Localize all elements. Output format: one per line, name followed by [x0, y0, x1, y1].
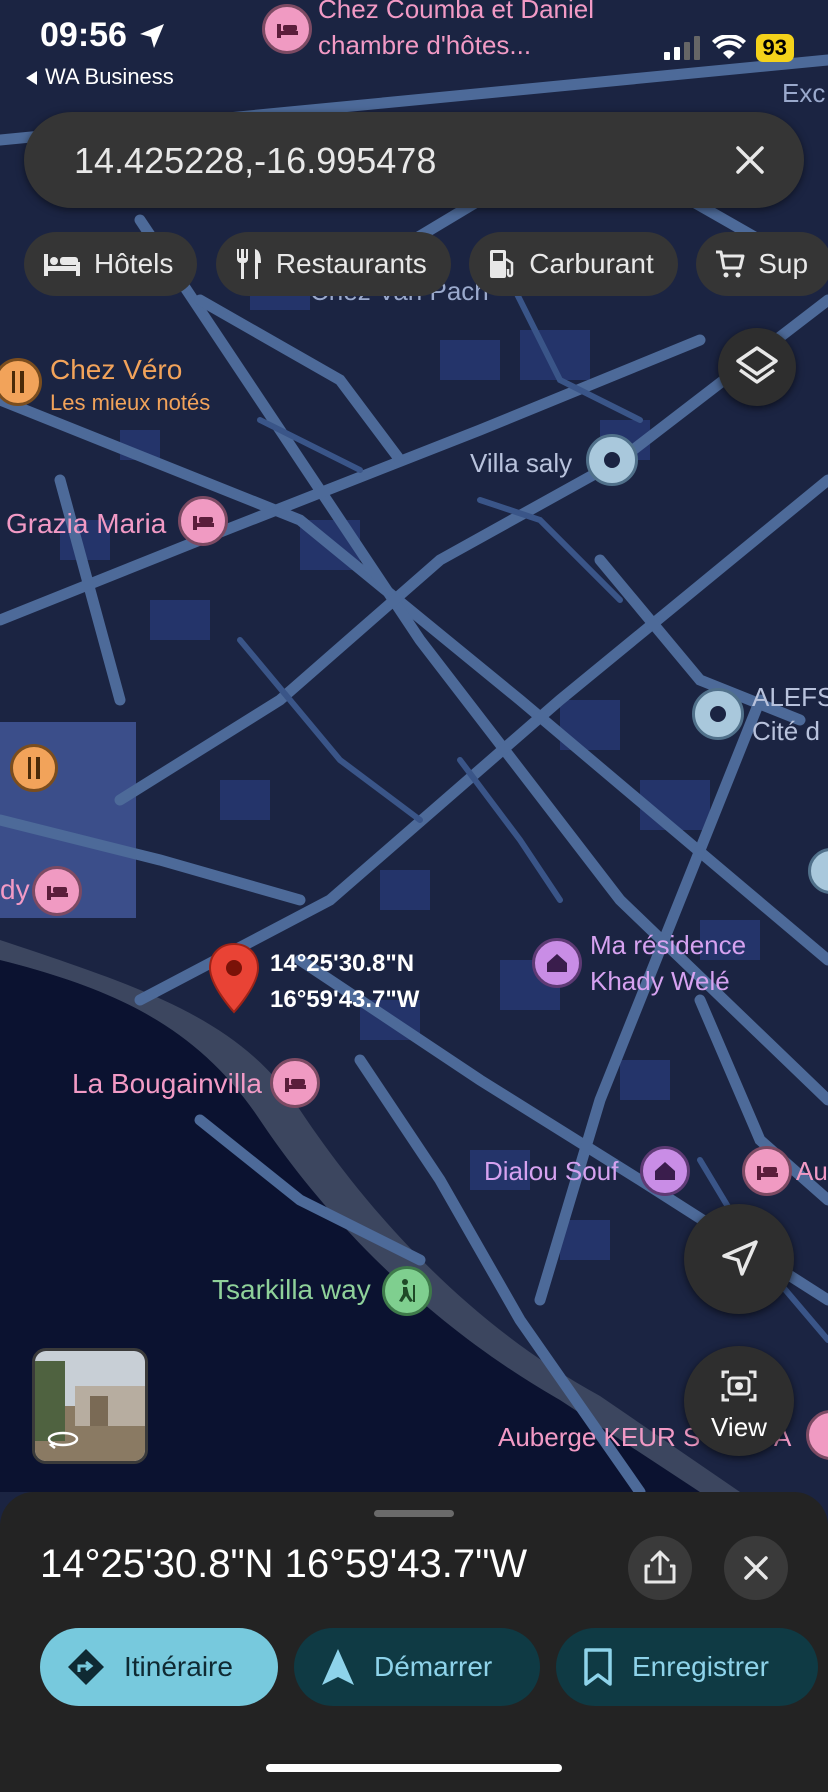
poi-restaurant-marker[interactable]: [10, 744, 58, 792]
wifi-icon: [711, 35, 746, 59]
house-icon: [655, 1162, 675, 1180]
place-coordinates: 14°25'30.8"N 16°59'43.7"W: [40, 1542, 528, 1586]
chip-fuel[interactable]: Carburant: [469, 232, 678, 296]
poi-park-marker[interactable]: [382, 1266, 432, 1316]
start-button[interactable]: Démarrer: [294, 1628, 540, 1706]
place-sheet: 14°25'30.8"N 16°59'43.7"W Itinéraire Dém…: [0, 1492, 828, 1792]
street-view-thumbnail[interactable]: [32, 1348, 148, 1464]
my-location-button[interactable]: [684, 1204, 794, 1314]
start-label: Démarrer: [374, 1651, 493, 1682]
directions-label: Itinéraire: [124, 1651, 233, 1682]
directions-icon: [68, 1649, 104, 1685]
poi-hotel-marker[interactable]: [806, 1410, 828, 1460]
close-sheet-button[interactable]: [724, 1536, 788, 1600]
dot-icon: [710, 706, 726, 722]
poi-label[interactable]: Dialou Souf: [484, 1156, 618, 1187]
chip-label: Carburant: [529, 248, 654, 279]
save-button[interactable]: Enregistrer: [556, 1628, 818, 1706]
live-view-button[interactable]: View: [684, 1346, 794, 1456]
fuel-icon: [490, 250, 514, 278]
poi-label[interactable]: Chez Véro: [50, 354, 182, 386]
hiking-icon: [399, 1279, 415, 1302]
poi-label[interactable]: Auberge KEUR S: [498, 1422, 700, 1453]
360-icon: [47, 1431, 79, 1449]
layers-icon: [736, 346, 778, 384]
poi-label: Khady Welé: [590, 966, 730, 996]
poi-hotel-marker[interactable]: [270, 1058, 320, 1108]
poi-label[interactable]: Tsarkilla way: [212, 1274, 371, 1306]
poi-label[interactable]: Au: [796, 1156, 828, 1187]
poi-hotel-marker[interactable]: [742, 1146, 792, 1196]
sheet-handle[interactable]: [374, 1510, 454, 1517]
location-pin-icon[interactable]: [208, 942, 260, 1014]
poi-generic-marker[interactable]: [692, 688, 744, 740]
poi-lodging-marker[interactable]: [640, 1146, 690, 1196]
layers-button[interactable]: [718, 328, 796, 406]
cart-icon: [716, 250, 745, 278]
bed-icon: [757, 1166, 778, 1180]
cutlery-icon: [12, 371, 24, 393]
save-label: Enregistrer: [632, 1651, 769, 1682]
poi-hotel-marker[interactable]: [178, 496, 228, 546]
bed-icon: [47, 886, 68, 900]
directions-button[interactable]: Itinéraire: [40, 1628, 278, 1706]
cutlery-icon: [236, 249, 261, 279]
poi-label[interactable]: Grazia Maria: [6, 508, 166, 540]
chip-label: Hôtels: [94, 248, 174, 279]
navigation-arrow-icon: [722, 1240, 758, 1276]
chip-label: Restaurants: [275, 248, 427, 279]
poi-lodging-marker[interactable]: [532, 938, 582, 988]
search-query[interactable]: 14.425228,-16.995478: [74, 140, 436, 182]
action-buttons: Itinéraire Démarrer Enregistrer: [40, 1628, 818, 1706]
bed-icon: [44, 254, 80, 276]
search-bar[interactable]: 14.425228,-16.995478: [24, 112, 804, 208]
dot-icon: [604, 452, 620, 468]
battery-level: 93: [755, 34, 794, 62]
poi-restaurant-marker[interactable]: [0, 358, 42, 406]
camera-scan-icon: [721, 1370, 757, 1402]
share-button[interactable]: [628, 1536, 692, 1600]
close-icon: [744, 1556, 768, 1580]
share-icon: [644, 1550, 676, 1584]
poi-hotel-marker[interactable]: [32, 866, 82, 916]
navigation-icon: [322, 1649, 354, 1685]
clock: 09:56: [40, 16, 127, 54]
poi-label[interactable]: Ma résidence: [590, 930, 746, 961]
signal-icon: [663, 36, 700, 60]
status-indicators: 93: [663, 34, 794, 62]
pin-longitude-label: 16°59'43.7"W: [270, 986, 420, 1013]
poi-generic-marker[interactable]: [808, 848, 828, 894]
location-arrow-icon: [140, 24, 164, 48]
view-label: View: [711, 1412, 767, 1442]
back-app-label: WA Business: [45, 64, 174, 89]
poi-label[interactable]: ALEFS: [752, 682, 828, 713]
close-icon[interactable]: [726, 136, 774, 184]
bed-icon: [285, 1078, 306, 1092]
cutlery-icon: [28, 757, 40, 779]
status-bar: 09:56 WA Business 93: [0, 0, 828, 100]
back-to-app-link[interactable]: WA Business: [26, 64, 174, 90]
poi-generic-marker[interactable]: [586, 434, 638, 486]
bed-icon: [193, 516, 214, 530]
poi-sublabel: Les mieux notés: [50, 390, 211, 415]
category-chips: Hôtels Restaurants Carburant Sup: [24, 232, 828, 296]
bookmark-icon: [584, 1648, 612, 1686]
chip-hotels[interactable]: Hôtels: [24, 232, 198, 296]
chip-label: Sup: [758, 248, 809, 279]
chip-supermarket[interactable]: Sup: [696, 232, 828, 296]
poi-label[interactable]: La Bougainvilla: [72, 1068, 262, 1100]
poi-label: Cité d: [752, 716, 820, 746]
poi-label[interactable]: dy: [0, 874, 30, 906]
back-triangle-icon: [26, 71, 37, 86]
poi-label[interactable]: Villa saly: [470, 448, 572, 479]
pin-latitude-label: 14°25'30.8"N: [270, 950, 415, 977]
chip-restaurants[interactable]: Restaurants: [215, 232, 451, 296]
home-indicator[interactable]: [266, 1764, 562, 1772]
house-icon: [547, 954, 567, 972]
